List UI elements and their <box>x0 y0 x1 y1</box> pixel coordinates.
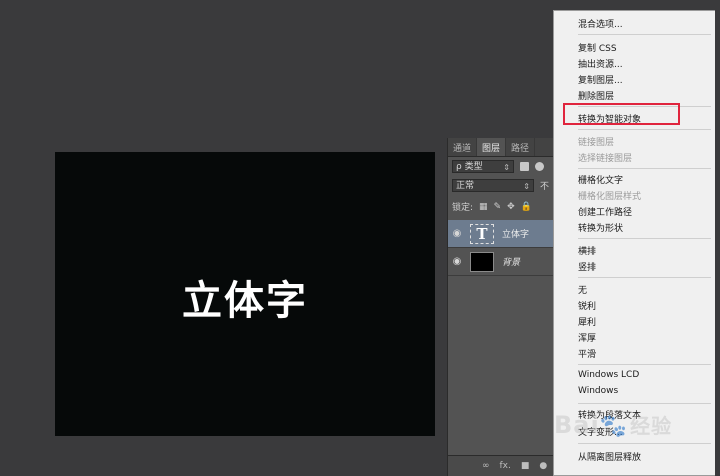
document-canvas[interactable]: 立体字 <box>55 152 435 436</box>
menu-item-create-work-path[interactable]: 创建工作路径 <box>578 205 632 218</box>
tab-paths[interactable]: 路径 <box>506 138 536 156</box>
menu-item-windows-lcd[interactable]: Windows LCD <box>578 370 639 380</box>
chevron-down-icon: ⇕ <box>503 162 510 172</box>
lock-position-icon[interactable]: ✥ <box>507 202 515 212</box>
menu-item-horizontal[interactable]: 横排 <box>578 244 596 257</box>
menu-item-delete-layer[interactable]: 删除图层 <box>578 89 614 102</box>
tab-channels[interactable]: 通道 <box>448 138 478 156</box>
blend-mode-label: 正常 <box>456 181 475 191</box>
adjustment-layer-icon[interactable]: ● <box>539 461 547 471</box>
menu-separator <box>578 238 711 239</box>
paw-icon: 🐾 <box>599 414 629 439</box>
text-layer-thumbnail: T <box>470 223 494 244</box>
menu-item-aa-sharp[interactable]: 锐利 <box>578 299 596 312</box>
menu-item-blending-options[interactable]: 混合选项... <box>578 17 623 30</box>
menu-item-copy-css[interactable]: 复制 CSS <box>578 41 617 54</box>
menu-item-rasterize-type[interactable]: 栅格化文字 <box>578 173 623 186</box>
filter-type-label: ρ 类型 <box>456 161 483 172</box>
add-mask-icon[interactable]: ■ <box>521 461 530 471</box>
menu-item-link-layers: 链接图层 <box>578 138 615 148</box>
chevron-down-icon: ⇕ <box>523 182 530 191</box>
layer-context-menu: 混合选项... 复制 CSS 抽出资源... 复制图层... 删除图层 转换为智… <box>553 10 715 476</box>
menu-separator <box>578 277 711 278</box>
menu-item-aa-crisp[interactable]: 犀利 <box>578 315 596 328</box>
menu-item-vertical[interactable]: 竖排 <box>578 260 596 273</box>
canvas-text: 立体字 <box>182 277 308 324</box>
adjustment-filter-icon[interactable] <box>535 161 544 171</box>
menu-item-extract-assets[interactable]: 抽出资源... <box>578 57 623 70</box>
lock-label: 锁定: <box>452 203 474 213</box>
menu-item-release-isolation[interactable]: 从隔离图层释放 <box>578 450 641 463</box>
opacity-label: 不 <box>540 182 550 192</box>
menu-separator <box>578 403 711 404</box>
blend-mode-select[interactable]: 正常 ⇕ <box>452 179 534 192</box>
menu-separator <box>578 168 711 169</box>
menu-item-convert-to-shape[interactable]: 转换为形状 <box>578 221 623 234</box>
menu-item-aa-smooth[interactable]: 平滑 <box>578 347 596 360</box>
menu-item-rasterize-style: 栅格化图层样式 <box>578 192 642 202</box>
menu-separator <box>578 443 711 444</box>
annotation-highlight-box <box>563 103 680 125</box>
lock-all-icon[interactable]: 🔒 <box>521 202 532 212</box>
layer-style-icon[interactable]: fx. <box>500 461 511 471</box>
baidu-watermark: Bai🐾 经验 <box>554 410 672 439</box>
menu-item-aa-strong[interactable]: 浑厚 <box>578 331 596 344</box>
layer-name: 背景 <box>502 258 521 268</box>
background-layer-thumbnail <box>470 251 494 272</box>
visibility-eye-icon[interactable]: ◉ <box>448 228 466 239</box>
tab-layers[interactable]: 图层 <box>477 138 507 156</box>
watermark-suffix: 经验 <box>630 414 673 438</box>
menu-separator <box>578 364 711 365</box>
lock-transparency-icon[interactable]: ▦ <box>479 202 488 212</box>
link-layers-icon[interactable]: ∞ <box>482 461 490 471</box>
image-filter-icon[interactable] <box>520 161 529 171</box>
menu-separator <box>578 129 711 130</box>
filter-type-select[interactable]: ρ 类型 ⇕ <box>452 159 514 173</box>
layer-name: 立体字 <box>502 230 530 240</box>
menu-item-select-linked: 选择链接图层 <box>578 154 633 164</box>
watermark-brand: Bai <box>554 411 600 439</box>
visibility-eye-icon[interactable]: ◉ <box>448 256 466 267</box>
menu-item-duplicate-layer[interactable]: 复制图层... <box>578 73 623 86</box>
menu-item-windows[interactable]: Windows <box>578 386 618 396</box>
menu-separator <box>578 34 711 35</box>
menu-item-aa-none[interactable]: 无 <box>578 283 587 296</box>
lock-pixels-icon[interactable]: ✎ <box>494 202 502 212</box>
